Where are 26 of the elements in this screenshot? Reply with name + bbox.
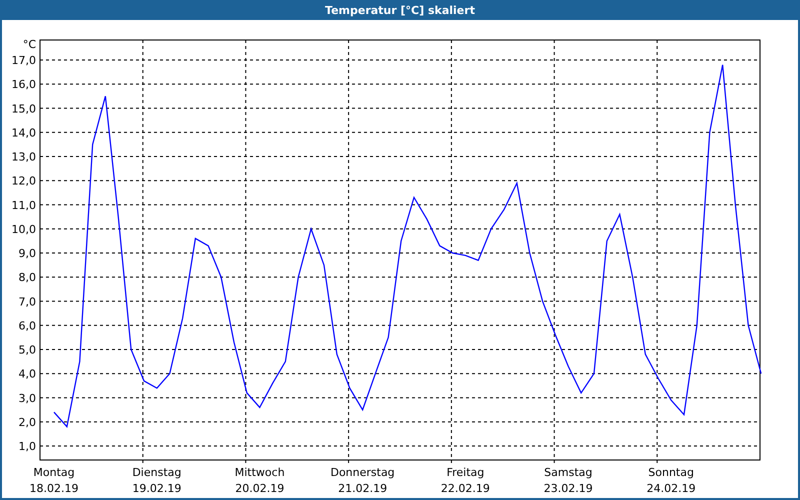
y-tick-label: 6,0: [18, 319, 36, 332]
x-tick-label: Mittwoch 20.02.19: [234, 466, 285, 495]
window-title: Temperatur [°C] skaliert: [2, 0, 798, 20]
y-tick-label: 8,0: [18, 271, 36, 284]
x-tick-label: Sonntag 24.02.19: [646, 466, 696, 495]
y-axis-unit: °C: [22, 38, 36, 51]
y-tick-label: 14,0: [12, 126, 36, 140]
y-tick-label: 4,0: [18, 368, 36, 381]
y-tick-label: 5,0: [18, 344, 36, 356]
y-tick-label: 17,0: [12, 54, 36, 68]
y-tick-label: 9,0: [18, 247, 36, 260]
x-tick-label: Donnerstag 21.02.19: [330, 466, 395, 495]
x-tick-label: Freitag 22.02.19: [440, 466, 490, 495]
y-tick-label: 11,0: [12, 198, 36, 212]
x-tick-label: Samstag 23.02.19: [544, 466, 593, 495]
y-tick-label: 13,0: [12, 150, 36, 164]
x-tick-label: Montag 18.02.19: [30, 466, 78, 495]
y-tick-label: 12,0: [12, 174, 36, 188]
y-tick-label: 15,0: [12, 102, 36, 116]
y-tick-label: 10,0: [12, 222, 36, 236]
y-tick-label: 16,0: [12, 78, 36, 92]
y-tick-label: 2,0: [18, 416, 36, 429]
x-tick-label: Dienstag 19.02.19: [132, 466, 182, 495]
y-tick-label: 1,0: [18, 440, 36, 453]
y-tick-label: 7,0: [18, 295, 36, 308]
y-tick-label: 3,0: [18, 392, 36, 405]
